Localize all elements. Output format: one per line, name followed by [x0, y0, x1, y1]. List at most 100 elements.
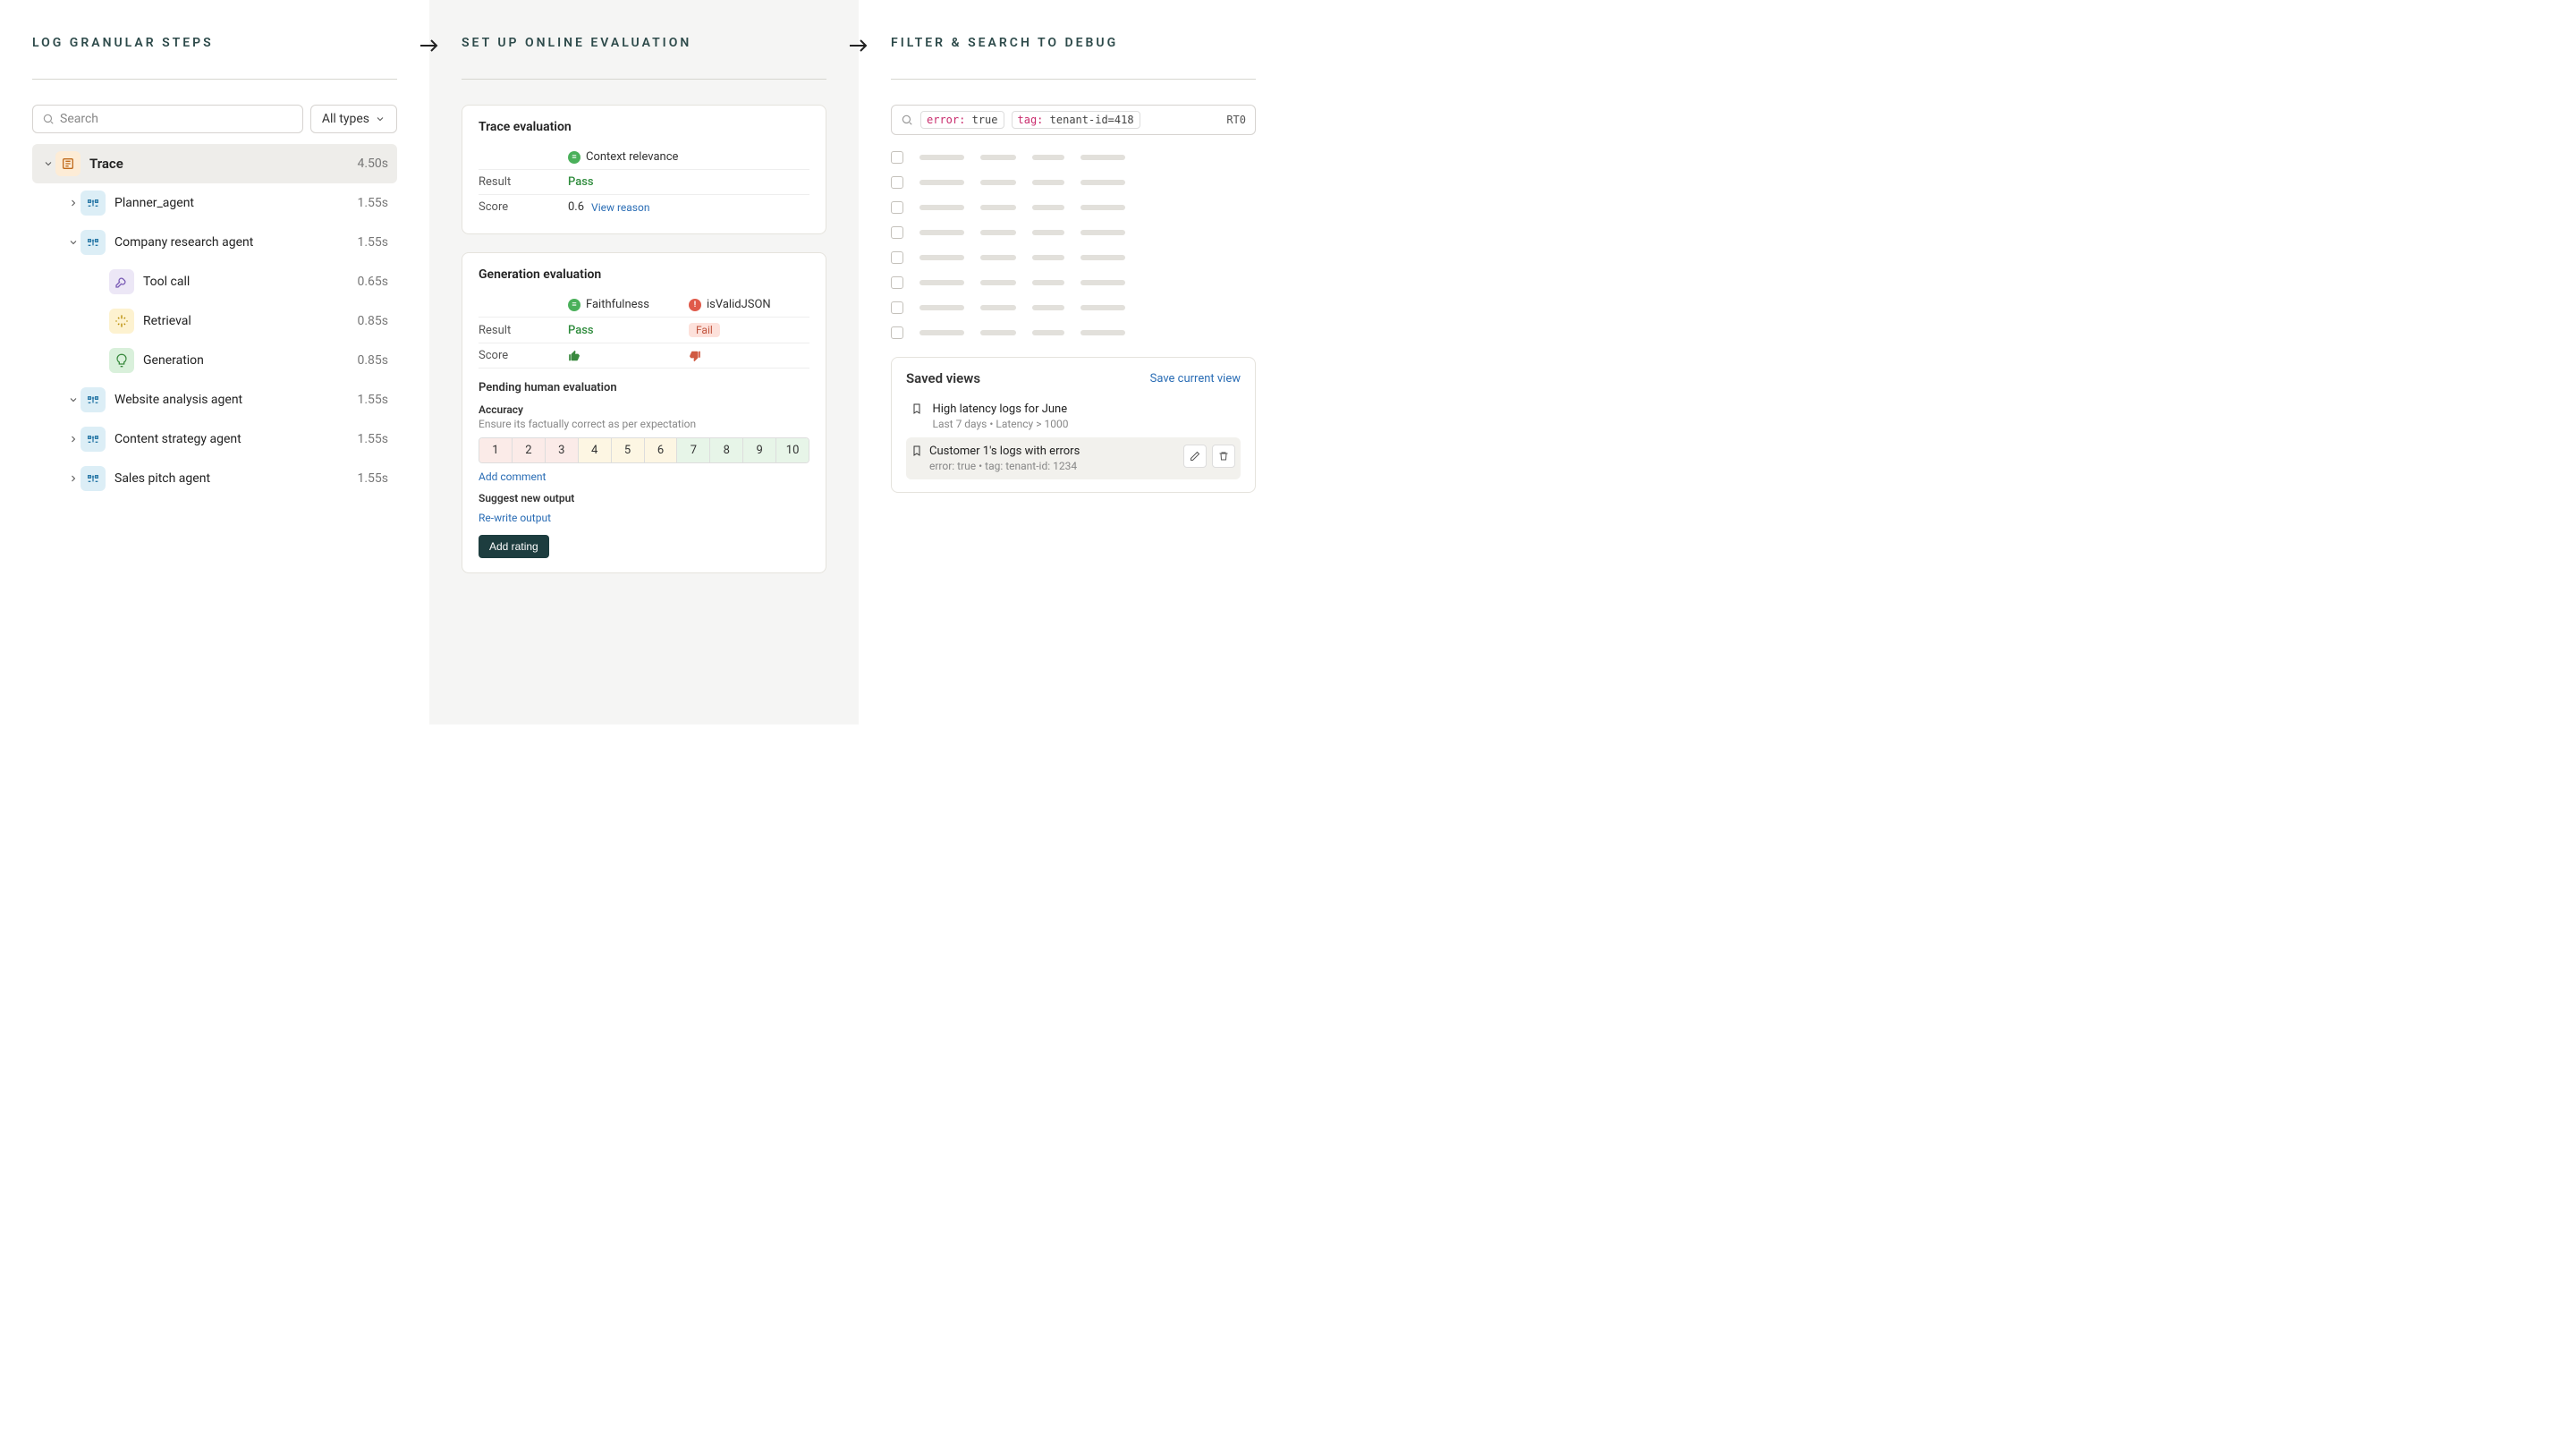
panel-online-evaluation: SET UP ONLINE EVALUATION Trace evaluatio…: [429, 0, 859, 724]
tree-row-time: 1.55s: [357, 235, 388, 250]
trace-eval-card: Trace evaluation ≡ Context relevance Resu…: [462, 105, 826, 234]
saved-views-card: Saved views Save current view High laten…: [891, 357, 1256, 493]
tree-row[interactable]: Trace4.50s: [32, 144, 397, 183]
checkbox[interactable]: [891, 276, 903, 289]
tree-row-time: 1.55s: [357, 196, 388, 210]
tree-row-label: Website analysis agent: [114, 393, 357, 407]
row-label-result: Result: [479, 324, 568, 337]
checkbox[interactable]: [891, 251, 903, 264]
skeleton-row: [891, 251, 1256, 264]
rating-button[interactable]: 3: [546, 438, 579, 462]
type-filter-select[interactable]: All types: [310, 105, 397, 133]
tree-row-label: Planner_agent: [114, 196, 357, 210]
rating-button[interactable]: 10: [776, 438, 809, 462]
panel3-title: FILTER & SEARCH TO DEBUG: [891, 36, 1256, 50]
rating-button[interactable]: 4: [579, 438, 612, 462]
edit-button[interactable]: [1183, 445, 1207, 468]
row-label-score: Score: [479, 349, 568, 362]
tree-row-label: Company research agent: [114, 235, 357, 250]
metric-pass-icon: ≡: [568, 299, 580, 311]
agent-icon: [80, 387, 106, 412]
skeleton-row: [891, 276, 1256, 289]
rewrite-output-link[interactable]: Re-write output: [479, 512, 809, 524]
panel-log-steps: LOG GRANULAR STEPS Search All types Trac…: [0, 0, 429, 724]
chevron-right-icon[interactable]: [66, 473, 80, 484]
rating-button[interactable]: 5: [612, 438, 645, 462]
chevron-down-icon[interactable]: [66, 237, 80, 248]
checkbox[interactable]: [891, 151, 903, 164]
trace-eval-title: Trace evaluation: [479, 120, 809, 134]
panel-filter-search: FILTER & SEARCH TO DEBUG error: true tag…: [859, 0, 1288, 724]
filter-chip-tag[interactable]: tag: tenant-id=418: [1012, 111, 1140, 129]
rating-button[interactable]: 1: [479, 438, 513, 462]
panel2-title: SET UP ONLINE EVALUATION: [462, 36, 826, 50]
accuracy-desc: Ensure its factually correct as per expe…: [479, 418, 809, 430]
chevron-right-icon[interactable]: [66, 434, 80, 445]
view-reason-link[interactable]: View reason: [591, 201, 649, 214]
rating-button[interactable]: 6: [645, 438, 678, 462]
tree-row[interactable]: Generation0.85s: [32, 341, 397, 380]
retr-icon: [109, 309, 134, 334]
tree-row[interactable]: Company research agent1.55s: [32, 223, 397, 262]
chevron-down-icon[interactable]: [66, 394, 80, 405]
chevron-down-icon: [375, 114, 386, 124]
checkbox[interactable]: [891, 301, 903, 314]
save-current-view-link[interactable]: Save current view: [1150, 372, 1241, 386]
tree-row-time: 0.85s: [357, 314, 388, 328]
add-comment-link[interactable]: Add comment: [479, 470, 809, 483]
rating-button[interactable]: 7: [677, 438, 710, 462]
add-rating-button[interactable]: Add rating: [479, 535, 549, 558]
result-value: Pass: [568, 175, 594, 189]
tree-row-time: 1.55s: [357, 393, 388, 407]
metric-label: Context relevance: [586, 150, 678, 164]
row-label-result: Result: [479, 175, 568, 189]
filter-search-bar[interactable]: error: true tag: tenant-id=418 RT0: [891, 105, 1256, 135]
score-value: 0.6: [568, 200, 584, 214]
search-placeholder: Search: [60, 112, 98, 126]
delete-button[interactable]: [1212, 445, 1235, 468]
rating-button[interactable]: 2: [513, 438, 546, 462]
chevron-down-icon[interactable]: [41, 158, 55, 169]
generation-eval-card: Generation evaluation ≡Faithfulness !isV…: [462, 252, 826, 573]
panel1-title: LOG GRANULAR STEPS: [32, 36, 397, 50]
search-icon: [901, 114, 913, 126]
tree-row[interactable]: Tool call0.65s: [32, 262, 397, 301]
search-input[interactable]: Search: [32, 105, 303, 133]
metric-pass-icon: ≡: [568, 151, 580, 164]
tree-row[interactable]: Content strategy agent1.55s: [32, 419, 397, 459]
saved-view-item[interactable]: Customer 1's logs with errors error: tru…: [906, 437, 1241, 479]
rating-button[interactable]: 8: [710, 438, 743, 462]
checkbox[interactable]: [891, 226, 903, 239]
tree-row[interactable]: Sales pitch agent1.55s: [32, 459, 397, 498]
checkbox[interactable]: [891, 326, 903, 339]
results-skeleton: [891, 151, 1256, 339]
metric-fail-icon: !: [689, 299, 701, 311]
rating-buttons: 12345678910: [479, 437, 809, 463]
tree-row-time: 0.85s: [357, 353, 388, 368]
thumbs-down-icon[interactable]: [689, 350, 701, 362]
tree-row[interactable]: Retrieval0.85s: [32, 301, 397, 341]
tree-row[interactable]: Website analysis agent1.55s: [32, 380, 397, 419]
type-filter-label: All types: [322, 112, 369, 126]
thumbs-up-icon[interactable]: [568, 350, 580, 362]
saved-view-subtitle: error: true • tag: tenant-id: 1234: [929, 460, 1176, 472]
divider: [462, 79, 826, 80]
checkbox[interactable]: [891, 176, 903, 189]
agent-icon: [80, 191, 106, 216]
checkbox[interactable]: [891, 201, 903, 214]
chevron-right-icon[interactable]: [66, 198, 80, 208]
filter-chip-error[interactable]: error: true: [920, 111, 1004, 129]
saved-view-item[interactable]: High latency logs for June Last 7 days •…: [906, 395, 1241, 437]
metric-label: Faithfulness: [586, 298, 649, 311]
result-fail-badge: Fail: [689, 323, 720, 337]
tree-row-time: 0.65s: [357, 275, 388, 289]
rating-button[interactable]: 9: [743, 438, 776, 462]
skeleton-row: [891, 176, 1256, 189]
tree-row-time: 4.50s: [357, 157, 388, 171]
tree-row[interactable]: Planner_agent1.55s: [32, 183, 397, 223]
tree-row-label: Retrieval: [143, 314, 357, 328]
bookmark-icon: [911, 402, 922, 419]
skeleton-row: [891, 226, 1256, 239]
arrow-icon: [419, 37, 440, 58]
rt0-label: RT0: [1226, 114, 1246, 126]
